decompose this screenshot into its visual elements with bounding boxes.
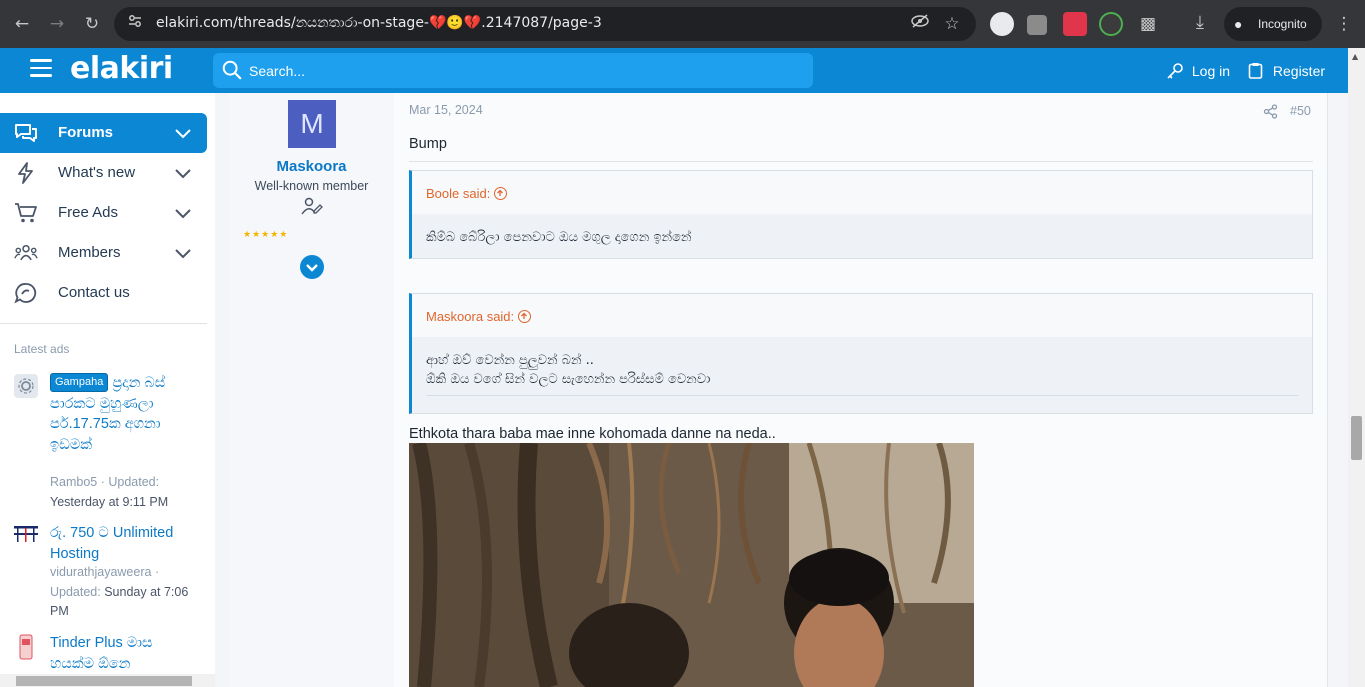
extensions-puzzle-icon[interactable]: ▩ <box>1136 12 1160 36</box>
site-header: elakiri Log in Register <box>0 48 1348 93</box>
extension-grammar-icon[interactable] <box>990 12 1014 36</box>
login-link[interactable]: Log in <box>1166 62 1230 80</box>
address-bar[interactable]: elakiri.com/threads/නයනතාරා-on-stage-💔🙂💔… <box>114 7 976 41</box>
chevron-down-icon[interactable] <box>174 124 192 142</box>
sidebar-divider <box>0 323 207 324</box>
ad-updated: Yesterday at 9:11 PM <box>50 494 169 509</box>
back-icon[interactable]: ← <box>8 10 36 38</box>
register-label: Register <box>1272 63 1326 79</box>
post-username[interactable]: Maskoora <box>229 158 394 175</box>
ad-location-badge: Gampaha <box>50 373 109 392</box>
sidebar-item-label: What's new <box>58 164 136 181</box>
key-icon <box>1167 63 1183 79</box>
bolt-icon <box>18 162 33 184</box>
quote-text-line: ඕකි ඔය වගේ සින් වලට සැහෙන්න පරිස්සම් වෙන… <box>426 372 711 387</box>
search-box[interactable] <box>213 53 813 88</box>
quote-text: කිම්බ බේරිලා පෙනවාට ඔය මගුල දාගෙන ඉන්නේ <box>426 230 692 245</box>
sidebar-item-label: Members <box>58 244 121 261</box>
url-text[interactable]: elakiri.com/threads/නයනතාරා-on-stage-💔🙂💔… <box>156 15 602 31</box>
user-rating-stars: ★★★★★ <box>243 230 289 240</box>
ad-title[interactable]: Gampaha ප්‍රදාන බස් පාරකට මුහුණලා පර්.17… <box>50 373 190 455</box>
extension-idm-icon[interactable] <box>1099 12 1123 36</box>
quote-author: Maskoora said: <box>426 309 515 324</box>
chevron-down-icon <box>306 264 318 272</box>
ad-meta: vidurathjayaweera · Updated: Sunday at 7… <box>50 563 200 622</box>
site-logo[interactable]: elakiri <box>70 51 173 86</box>
forward-icon[interactable]: → <box>43 10 71 38</box>
page-scrollbar[interactable] <box>1348 48 1365 687</box>
members-icon <box>14 244 38 261</box>
quote-block: Maskoora said: ආහ් ඔව් වෙන්න පුලුවන් බන්… <box>409 293 1313 414</box>
forums-icon <box>15 124 37 142</box>
chevron-down-icon[interactable] <box>174 244 192 262</box>
browser-toolbar: ← → ↻ elakiri.com/threads/නයනතාරා-on-sta… <box>0 0 1365 48</box>
sidebar-item-label: Forums <box>58 124 114 141</box>
quote-header: Boole said: <box>412 171 1312 214</box>
incognito-icon: ● <box>1234 16 1243 32</box>
ad-meta: Rambo5 · Updated: Yesterday at 9:11 PM <box>50 473 200 512</box>
sidebar-scrollbar-thumb[interactable] <box>16 676 192 686</box>
more-menu-icon[interactable]: ⋮ <box>1330 10 1358 38</box>
quote-author-link[interactable]: Boole said: <box>426 186 508 201</box>
ad-thumb-gear-icon <box>14 374 38 398</box>
menu-icon[interactable] <box>30 59 52 79</box>
post-date[interactable]: Mar 15, 2024 <box>409 103 483 117</box>
eye-slash-icon[interactable] <box>909 13 931 35</box>
sidebar-item-label: Contact us <box>58 284 130 301</box>
ad-title[interactable]: රු. 750 ට Unlimited Hosting <box>50 523 190 564</box>
post-number-link[interactable]: #50 <box>1290 104 1311 118</box>
register-link[interactable]: Register <box>1248 62 1325 79</box>
search-icon <box>222 60 242 80</box>
sidebar-item-free-ads[interactable]: Free Ads <box>0 193 207 233</box>
clipboard-icon <box>1248 63 1263 79</box>
latest-ads-title: Latest ads <box>14 342 70 356</box>
quote-header: Maskoora said: <box>412 294 1312 337</box>
ad-thumb-hosting-icon <box>14 523 38 547</box>
post-user-title: Well-known member <box>254 179 369 193</box>
post-image[interactable] <box>409 443 974 687</box>
reload-icon[interactable]: ↻ <box>78 10 106 38</box>
post-text: Ethkota thara baba mae inne kohomada dan… <box>409 426 776 442</box>
arrow-up-circle-icon <box>518 310 532 323</box>
sidebar-item-contact-us[interactable]: Contact us <box>0 273 207 313</box>
ad-thumb-tinder-icon <box>14 633 38 660</box>
sidebar-item-whats-new[interactable]: What's new <box>0 153 207 193</box>
sidebar-item-forums[interactable]: Forums <box>0 113 207 153</box>
incognito-label: Incognito <box>1258 17 1307 31</box>
quote-text-line: ආහ් ඔව් වෙන්න පුලුවන් බන් .. <box>426 353 594 368</box>
contact-icon <box>14 283 37 304</box>
ad-updated-prefix: · Updated: <box>100 475 160 489</box>
incognito-indicator[interactable]: ● Incognito <box>1224 7 1322 41</box>
avatar[interactable]: M <box>288 100 336 148</box>
quote-divider <box>426 395 1298 396</box>
scroll-up-arrow[interactable]: ▲ <box>1352 52 1358 61</box>
login-label: Log in <box>1191 63 1231 79</box>
user-edit-icon <box>301 197 323 215</box>
arrow-up-circle-icon <box>494 187 508 200</box>
expand-user-info-button[interactable] <box>300 255 324 279</box>
cart-icon <box>15 203 37 223</box>
site-settings-icon[interactable] <box>124 13 146 35</box>
quote-block: Boole said: කිම්බ බේරිලා පෙනවාට ඔය මගුල … <box>409 170 1313 259</box>
sidebar-item-members[interactable]: Members <box>0 233 207 273</box>
post-text: Bump <box>409 136 447 152</box>
scrollbar-thumb[interactable] <box>1351 416 1362 460</box>
quote-author: Boole said: <box>426 186 491 201</box>
quote-author-link[interactable]: Maskoora said: <box>426 309 532 324</box>
extension-pocket-icon[interactable] <box>1063 12 1087 36</box>
ad-author[interactable]: vidurathjayaweera <box>50 565 151 579</box>
ad-author[interactable]: Rambo5 <box>50 475 97 489</box>
search-input[interactable] <box>249 53 789 88</box>
star-icon[interactable]: ☆ <box>941 13 963 35</box>
post-divider <box>409 161 1313 162</box>
downloads-icon[interactable]: ⤓ <box>1188 12 1212 36</box>
chevron-down-icon[interactable] <box>174 164 192 182</box>
extension-download-icon[interactable] <box>1027 15 1047 35</box>
chevron-down-icon[interactable] <box>174 204 192 222</box>
share-icon[interactable] <box>1263 104 1278 119</box>
sidebar-item-label: Free Ads <box>58 204 119 221</box>
ad-title[interactable]: Tinder Plus මාස හයක්ම ඕනෙ <box>50 633 190 674</box>
